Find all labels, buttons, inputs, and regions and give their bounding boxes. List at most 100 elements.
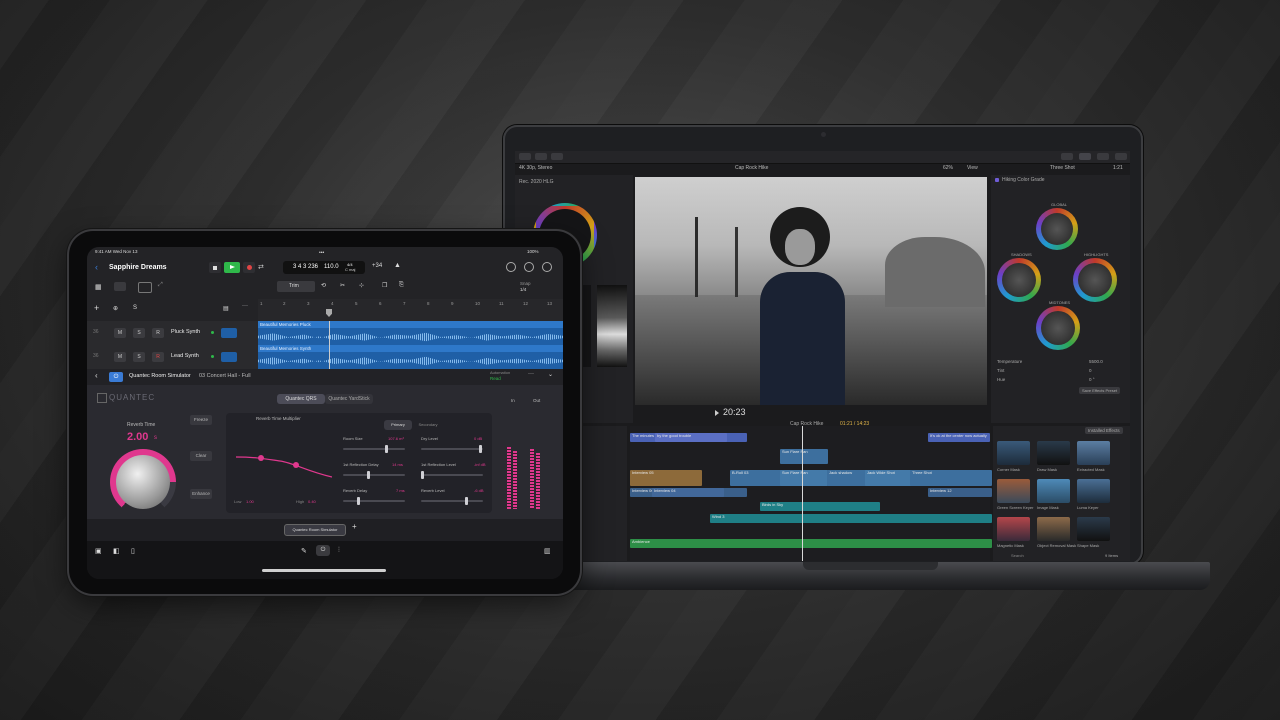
save-effects-preset-button[interactable]: Save Effects Preset — [1079, 387, 1121, 394]
automation-icon[interactable]: ⤢ — [158, 282, 163, 289]
global-color-wheel[interactable] — [1036, 208, 1078, 250]
effects-search-input[interactable]: Search — [1011, 553, 1024, 558]
playhead-line[interactable] — [329, 321, 330, 369]
primary-clip[interactable]: Three Shot — [910, 470, 992, 486]
color-preset[interactable]: Hiking Color Grade — [1002, 177, 1045, 183]
play-button[interactable] — [224, 262, 240, 273]
installed-effects-menu[interactable]: Installed Effects — [1085, 427, 1123, 434]
copy-icon[interactable]: ❐ — [382, 282, 387, 289]
mute-button[interactable]: M — [114, 352, 126, 362]
layout-button[interactable] — [1061, 153, 1073, 160]
solo-all-label[interactable]: S — [133, 305, 137, 311]
marquee-tool-icon[interactable]: ⊹ — [359, 282, 364, 289]
playhead-handle[interactable] — [326, 309, 332, 317]
notes-icon[interactable]: ▯ — [131, 547, 135, 555]
param-value[interactable]: 0 — [1089, 368, 1092, 373]
ruler[interactable]: 1 2 3 4 5 6 7 8 9 10 11 12 13 — [258, 299, 563, 321]
mute-button[interactable]: M — [114, 328, 126, 338]
primary-clip[interactable]: B-Roll 03 — [730, 470, 782, 486]
inspector-toggle-button[interactable] — [1079, 153, 1091, 160]
split-tool-icon[interactable]: ✂ — [340, 282, 345, 289]
snap-value[interactable]: 1/4 — [520, 287, 526, 292]
grid-view-icon[interactable]: ▦ — [95, 283, 102, 291]
keyword-button[interactable] — [535, 153, 547, 160]
project-title[interactable]: Sapphire Dreams — [109, 264, 167, 271]
clear-button[interactable]: Clear — [190, 451, 212, 461]
more-options-icon[interactable] — [542, 262, 552, 272]
solo-button[interactable]: S — [133, 328, 145, 338]
plugin-back-icon[interactable]: ‹ — [95, 371, 98, 380]
stop-button[interactable] — [209, 262, 221, 273]
more-icon[interactable]: ··· — [242, 303, 248, 309]
zoom-level[interactable]: 62% — [943, 165, 953, 173]
add-plugin-button[interactable]: + — [352, 522, 357, 531]
play-icon[interactable] — [715, 410, 719, 416]
audio-clip[interactable]: Wind 3 — [710, 514, 992, 523]
mixer-view-icon[interactable]: ⫶ — [338, 547, 340, 555]
primary-clip[interactable]: Interview 05 — [630, 470, 702, 486]
primary-clip[interactable]: Sun Flare Pan — [780, 470, 828, 486]
add-track-icon[interactable]: + — [94, 303, 99, 313]
title-clip[interactable]: It's ok at the center now actually — [928, 433, 990, 442]
enhance-button[interactable]: Enhance — [190, 489, 212, 499]
effect-thumbnail[interactable] — [997, 441, 1030, 465]
multiplier-graph[interactable] — [235, 427, 333, 491]
record-button[interactable] — [243, 262, 255, 273]
secondary-clip[interactable]: Interview 04 — [652, 488, 724, 497]
tab-secondary[interactable]: Secondary — [412, 420, 444, 430]
plugin-chip[interactable]: Quantec Room Simulator — [284, 524, 346, 536]
multitask-dots-icon[interactable]: ••• — [319, 250, 324, 256]
room-size-slider[interactable] — [343, 445, 405, 453]
dry-level-slider[interactable] — [421, 445, 483, 453]
track-lead-synth[interactable]: 36 M S R Lead Synth — [87, 345, 258, 370]
trim-tool-button[interactable]: Trim — [277, 281, 315, 292]
bypass-power-icon[interactable]: ⏻ — [109, 372, 123, 382]
tab-quantec-qrs[interactable]: Quantec QRS — [277, 394, 325, 404]
effect-thumbnail[interactable] — [1077, 479, 1110, 503]
pencil-icon[interactable]: ✎ — [301, 547, 307, 555]
highlights-color-wheel[interactable] — [1073, 258, 1117, 302]
effect-thumbnail[interactable] — [1037, 479, 1070, 503]
title-clip[interactable]: by the good trouble — [655, 433, 727, 442]
solo-button[interactable]: S — [133, 352, 145, 362]
first-reflection-delay-slider[interactable] — [343, 471, 405, 479]
track-name[interactable]: Pluck Synth — [171, 329, 200, 335]
effect-thumbnail[interactable] — [1077, 517, 1110, 541]
lcd-display[interactable]: 3 4 3 236 110.0 4/4 C maj — [283, 261, 365, 274]
audio-clip[interactable]: Birds in Sky — [760, 502, 880, 511]
back-chevron-icon[interactable]: ‹ — [95, 262, 98, 272]
reverb-time-knob[interactable] — [110, 449, 176, 515]
shadows-color-wheel[interactable] — [997, 258, 1041, 302]
connected-clip[interactable]: Sun Flare Pan — [780, 449, 828, 464]
automation-mode[interactable]: Read — [490, 376, 501, 381]
primary-clip[interactable]: Jack Wide Shot — [865, 470, 912, 486]
record-enable-button[interactable]: R — [152, 328, 164, 338]
tab-quantec-yardstick[interactable]: Quantec YardStick — [325, 394, 373, 404]
track-pluck-synth[interactable]: 36 M S R Pluck Synth — [87, 321, 258, 346]
plugin-more-icon[interactable]: ··· — [528, 371, 534, 377]
primary-clip[interactable]: Jack shadow — [827, 470, 867, 486]
library-icon[interactable]: ◧ — [113, 547, 120, 555]
secondary-clip[interactable]: Interview 12 — [928, 488, 992, 497]
playhead[interactable] — [802, 426, 803, 561]
param-value[interactable]: 0 ° — [1089, 377, 1095, 382]
effect-thumbnail[interactable] — [1077, 441, 1110, 465]
effect-thumbnail[interactable] — [1037, 517, 1070, 541]
cycle-icon[interactable]: ⇄ — [258, 263, 264, 271]
export-button[interactable] — [1115, 153, 1127, 160]
plugin-collapse-icon[interactable]: ⌄ — [548, 371, 553, 378]
track-settings-icon[interactable]: ⊕ — [113, 305, 118, 312]
reverb-level-slider[interactable] — [421, 497, 483, 505]
effect-thumbnail[interactable] — [997, 517, 1030, 541]
freeze-button[interactable]: Freeze — [190, 415, 212, 425]
audio-clip[interactable]: Ambience — [630, 539, 992, 548]
import-button[interactable] — [519, 153, 531, 160]
plugin-preset[interactable]: 03 Concert Hall - Full — [199, 373, 251, 379]
background-tasks-button[interactable] — [551, 153, 563, 160]
loop-tool-icon[interactable]: ⟲ — [321, 282, 326, 289]
count-in-button[interactable]: +34 — [372, 263, 382, 269]
region-pluck[interactable]: Beautiful Memories Pluck — [258, 321, 563, 345]
effect-thumbnail[interactable] — [1037, 441, 1070, 465]
share-button[interactable] — [1097, 153, 1109, 160]
tracks-view-icon[interactable] — [114, 282, 126, 291]
